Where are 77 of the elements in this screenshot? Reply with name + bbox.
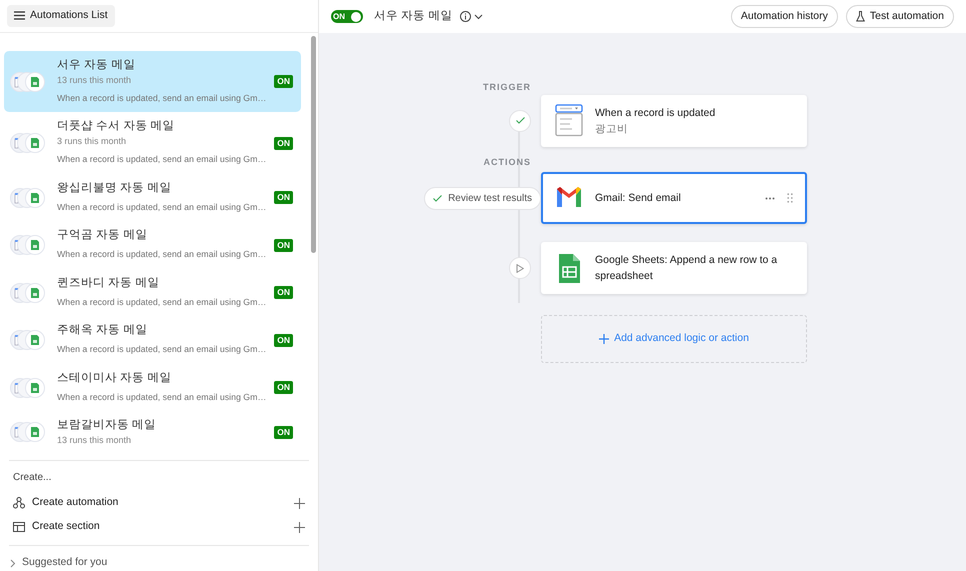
- drag-handle-icon[interactable]: [787, 193, 793, 203]
- automation-list-item[interactable]: 퀸즈바디 자동 메일 When a record is updated, send an email using Gm… ON: [4, 268, 301, 316]
- automation-name: 보람갈비자동 메일: [57, 418, 158, 434]
- automation-description: When a record is updated, send an email using Gm…: [57, 390, 266, 404]
- automation-name: 서우 자동 메일: [57, 58, 136, 73]
- automation-list-item[interactable]: 왕십리불명 자동 메일 When a record is updated, send an email using Gm… ON: [4, 174, 301, 222]
- trigger-table-name: 광고비: [595, 122, 629, 136]
- create-action-label: Create automation: [32, 495, 120, 510]
- scrollbar[interactable]: [311, 36, 316, 253]
- status-badge: ON: [274, 191, 293, 204]
- app-icons-drawing: [10, 282, 45, 303]
- automation-description: When a record is updated, send an email using Gm…: [57, 343, 266, 356]
- chevron-down-icon[interactable]: [474, 14, 484, 20]
- trigger-title: When a record is updated: [595, 106, 716, 120]
- info-icon[interactable]: [460, 11, 472, 22]
- automation-name: 주해옥 자동 메일: [57, 323, 148, 338]
- app-icons-drawing: [10, 378, 45, 398]
- plus-icon[interactable]: [294, 498, 305, 509]
- create-action-row[interactable]: Create automation: [13, 491, 305, 516]
- more-icon[interactable]: [765, 196, 775, 200]
- status-badge: ON: [274, 426, 293, 439]
- app-icons-drawing: [10, 188, 45, 208]
- menu-icon: [14, 11, 25, 20]
- automation-list-item[interactable]: 더풋샵 수서 자동 메일 3 runs this month When a record is updated, send an email using Gm… ON: [4, 112, 301, 174]
- action-card[interactable]: Google Sheets: Append a new row to a spreadsheet: [541, 242, 807, 294]
- plus-icon[interactable]: [294, 522, 305, 533]
- automation-description: When a record is updated, send an email using Gm…: [57, 92, 266, 105]
- automation-name: 구억곰 자동 메일: [57, 228, 148, 244]
- create-action-label: Create section: [32, 519, 101, 534]
- automation-list-item[interactable]: 서우 자동 메일 13 runs this month When a record is updated, send an email using Gm… ON: [4, 50, 301, 112]
- automation-name: 왕십리불명 자동 메일: [57, 180, 172, 196]
- record-form-icon: [555, 104, 583, 137]
- status-badge: ON: [274, 381, 293, 394]
- automation-description: When a record is updated, send an email using Gm…: [57, 200, 266, 214]
- automation-title: 서우 자동 메일: [374, 8, 452, 24]
- app-icons-drawing: [10, 330, 45, 350]
- automation-list-item[interactable]: 구억곰 자동 메일 When a record is updated, send an email using Gm… ON: [4, 221, 301, 269]
- table-icon: [13, 521, 25, 534]
- branching-nodes-icon: [13, 497, 25, 510]
- test-automation-button[interactable]: Test automation: [846, 4, 954, 28]
- trigger-card[interactable]: When a record is updated 광고비: [541, 94, 807, 146]
- automation-list-item[interactable]: 보람갈비자동 메일 13 runs this month ON: [4, 411, 301, 454]
- automation-name: 퀸즈바디 자동 메일: [57, 276, 160, 291]
- app-icons-drawing: [10, 235, 45, 256]
- automations-list-toggle[interactable]: Automations List: [7, 5, 115, 27]
- run-count: 13 runs this month: [57, 434, 132, 448]
- review-results-button[interactable]: Review test results: [424, 186, 541, 210]
- status-badge: ON: [274, 238, 293, 252]
- automation-history-button[interactable]: Automation history: [730, 4, 838, 28]
- app-icons-drawing: [10, 72, 45, 92]
- status-badge: ON: [274, 334, 293, 347]
- automation-list-item[interactable]: 스테이미사 자동 메일 When a record is updated, send an email using Gm… ON: [4, 364, 301, 412]
- automation-description: When a record is updated, send an email using Gm…: [57, 153, 266, 166]
- app-icons-drawing: [10, 133, 45, 154]
- run-count: 3 runs this month: [57, 135, 128, 148]
- action-title: Google Sheets: Append a new row to a spreadsheet: [595, 253, 778, 284]
- status-badge: ON: [274, 286, 293, 300]
- create-heading: Create...: [13, 471, 52, 486]
- plus-icon: [599, 334, 610, 344]
- status-badge: ON: [274, 75, 293, 88]
- section-label: ACTIONS: [484, 156, 531, 168]
- automation-list-item[interactable]: 주해옥 자동 메일 When a record is updated, send an email using Gm… ON: [4, 316, 301, 364]
- automation-description: When a record is updated, send an email using Gm…: [57, 248, 266, 262]
- create-action-row[interactable]: Create section: [13, 515, 305, 540]
- run-count: 13 runs this month: [57, 74, 132, 87]
- on-off-toggle[interactable]: ON: [331, 10, 363, 23]
- check-icon: [433, 194, 442, 202]
- flask-icon: [856, 11, 865, 22]
- suggested-section-label[interactable]: Suggested for you: [22, 555, 108, 571]
- action-title: Gmail: Send email: [595, 191, 682, 206]
- automation-name: 더풋샵 수서 자동 메일: [57, 119, 176, 134]
- automation-name: 스테이미사 자동 메일: [57, 370, 172, 386]
- automation-description: When a record is updated, send an email using Gm…: [57, 296, 266, 309]
- status-badge: ON: [274, 136, 293, 150]
- app-icons-drawing: [10, 422, 45, 442]
- section-label: TRIGGER: [482, 81, 531, 94]
- action-card[interactable]: Gmail: Send email: [541, 172, 807, 224]
